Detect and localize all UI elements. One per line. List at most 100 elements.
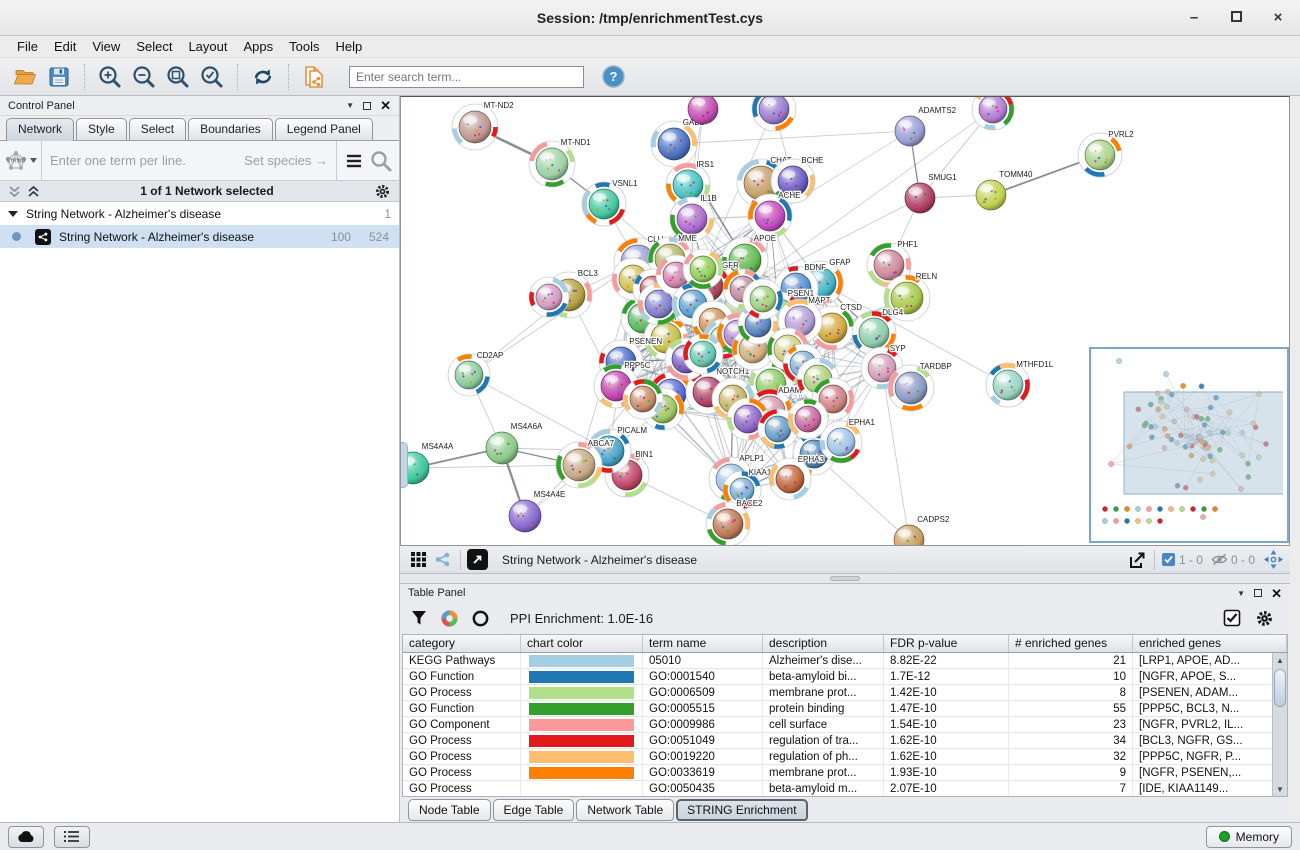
- tab-network[interactable]: Network: [6, 118, 74, 141]
- birds-eye-view[interactable]: [1089, 347, 1289, 543]
- panel-float-icon[interactable]: [1254, 589, 1262, 597]
- split-grip[interactable]: [830, 576, 860, 581]
- network-node[interactable]: BACE2: [706, 499, 763, 545]
- table-row[interactable]: GO ProcessGO:0051049regulation of tra...…: [403, 733, 1287, 749]
- maximize-button[interactable]: [1228, 9, 1244, 26]
- menu-tools[interactable]: Tools: [282, 37, 326, 56]
- search-icon[interactable]: [369, 149, 393, 173]
- ring-chart-icon[interactable]: [471, 609, 490, 628]
- network-node[interactable]: [743, 279, 783, 319]
- gear-icon[interactable]: [1255, 609, 1274, 628]
- refresh-network-button[interactable]: [246, 61, 280, 93]
- menu-select[interactable]: Select: [129, 37, 179, 56]
- select-columns-icon[interactable]: [1223, 609, 1241, 627]
- scroll-up-icon[interactable]: ▲: [1273, 653, 1287, 667]
- grid-view-button[interactable]: [406, 548, 430, 572]
- network-node[interactable]: CADPS2: [894, 515, 950, 545]
- string-protein-query-selector[interactable]: STRING: [0, 141, 42, 180]
- tab-legend-panel[interactable]: Legend Panel: [275, 118, 373, 140]
- table-row[interactable]: GO ComponentGO:0009986cell surface1.54E-…: [403, 717, 1287, 733]
- share-view-button[interactable]: [430, 548, 454, 572]
- panel-close-icon[interactable]: ✕: [380, 99, 391, 112]
- network-node[interactable]: VSNL1: [582, 179, 638, 226]
- table-row[interactable]: GO ProcessGO:0033619membrane prot...1.93…: [403, 765, 1287, 781]
- tab-style[interactable]: Style: [76, 118, 127, 140]
- network-node[interactable]: [623, 379, 663, 419]
- tab-string-enrichment[interactable]: STRING Enrichment: [676, 799, 807, 821]
- network-node[interactable]: ADAMTS2: [895, 106, 957, 146]
- network-view-canvas[interactable]: MT-ND2MT-ND1VSNL1GAB2IRS1CHATBCHEACHEIL1…: [400, 96, 1290, 546]
- network-row[interactable]: String Network - Alzheimer's disease 100…: [0, 225, 399, 248]
- column-header-enriched-genes[interactable]: enriched genes: [1133, 635, 1287, 652]
- detach-view-button[interactable]: [467, 549, 488, 570]
- menu-edit[interactable]: Edit: [47, 37, 83, 56]
- minimize-button[interactable]: –: [1186, 9, 1202, 26]
- task-history-button[interactable]: [54, 826, 90, 848]
- menu-file[interactable]: File: [10, 37, 45, 56]
- table-row[interactable]: GO FunctionGO:0001540beta-amyloid bi...1…: [403, 669, 1287, 685]
- panel-resize-grip[interactable]: [401, 442, 408, 488]
- network-node[interactable]: MT-ND1: [529, 138, 591, 187]
- network-node[interactable]: [529, 277, 569, 317]
- tab-edge-table[interactable]: Edge Table: [493, 799, 575, 821]
- network-node[interactable]: [683, 334, 723, 374]
- menu-help[interactable]: Help: [329, 37, 370, 56]
- network-node[interactable]: [972, 97, 1014, 130]
- panel-float-icon[interactable]: [363, 102, 371, 110]
- open-session-button[interactable]: [8, 61, 42, 93]
- table-row[interactable]: GO FunctionGO:0005515protein binding1.47…: [403, 701, 1287, 717]
- pie-chart-icon[interactable]: [440, 609, 459, 628]
- filter-icon[interactable]: [410, 609, 428, 627]
- export-view-button[interactable]: [1127, 549, 1148, 570]
- save-session-button[interactable]: [42, 61, 76, 93]
- tab-node-table[interactable]: Node Table: [408, 799, 491, 821]
- table-row[interactable]: KEGG Pathways05010Alzheimer's dise...8.8…: [403, 653, 1287, 669]
- panel-menu-caret-icon[interactable]: ▼: [346, 101, 354, 110]
- column-header-chart-color[interactable]: chart color: [521, 635, 643, 652]
- species-hint[interactable]: Set species →: [244, 153, 328, 168]
- zoom-out-button[interactable]: [127, 61, 161, 93]
- zoom-selected-button[interactable]: [195, 61, 229, 93]
- import-network-button[interactable]: [297, 61, 331, 93]
- tab-boundaries[interactable]: Boundaries: [188, 118, 273, 140]
- birds-eye-viewport[interactable]: [1124, 392, 1283, 494]
- panel-close-icon[interactable]: ✕: [1271, 587, 1282, 600]
- close-button[interactable]: ×: [1270, 9, 1286, 26]
- panel-menu-caret-icon[interactable]: ▼: [1237, 589, 1245, 598]
- navigator-icon[interactable]: [1263, 549, 1284, 570]
- zoom-fit-button[interactable]: [161, 61, 195, 93]
- network-node[interactable]: TARDBP: [888, 362, 952, 411]
- zoom-in-button[interactable]: [93, 61, 127, 93]
- table-row[interactable]: GO ProcessGO:0019220regulation of ph...1…: [403, 749, 1287, 765]
- table-row[interactable]: GO ProcessGO:0050435beta-amyloid m...2.0…: [403, 781, 1287, 797]
- gear-icon[interactable]: [374, 183, 391, 200]
- search-input[interactable]: [349, 66, 584, 88]
- help-button[interactable]: ?: [602, 65, 625, 88]
- vertical-scrollbar[interactable]: ▲ ▼: [1272, 653, 1287, 796]
- network-node[interactable]: [683, 249, 723, 289]
- network-node[interactable]: SMUG1: [905, 173, 957, 213]
- network-node[interactable]: [752, 97, 796, 131]
- network-node[interactable]: [788, 399, 828, 439]
- options-menu-icon[interactable]: [343, 152, 365, 170]
- expand-all-icon[interactable]: [27, 185, 40, 198]
- scroll-down-icon[interactable]: ▼: [1273, 782, 1287, 796]
- horizontal-split-divider[interactable]: [400, 574, 1290, 584]
- memory-button[interactable]: Memory: [1206, 826, 1292, 848]
- network-node[interactable]: MS4A6A: [486, 422, 543, 464]
- tab-select[interactable]: Select: [129, 118, 186, 140]
- cloud-tasks-button[interactable]: [8, 826, 44, 848]
- column-header--enriched-genes[interactable]: # enriched genes: [1009, 635, 1133, 652]
- network-node[interactable]: MS4A4A: [401, 442, 454, 484]
- menu-view[interactable]: View: [85, 37, 127, 56]
- network-node[interactable]: PVRL2: [1078, 130, 1134, 177]
- network-node[interactable]: EPHA1: [820, 418, 875, 463]
- column-header-FDR-p-value[interactable]: FDR p-value: [884, 635, 1009, 652]
- network-node[interactable]: TOMM40: [976, 170, 1033, 210]
- menu-apps[interactable]: Apps: [237, 37, 281, 56]
- scrollbar-thumb[interactable]: [1274, 669, 1286, 707]
- column-header-category[interactable]: category: [403, 635, 521, 652]
- string-query-field[interactable]: Enter one term per line. Set species →: [42, 141, 336, 180]
- network-collection-row[interactable]: String Network - Alzheimer's disease 1: [0, 202, 399, 225]
- menu-layout[interactable]: Layout: [181, 37, 234, 56]
